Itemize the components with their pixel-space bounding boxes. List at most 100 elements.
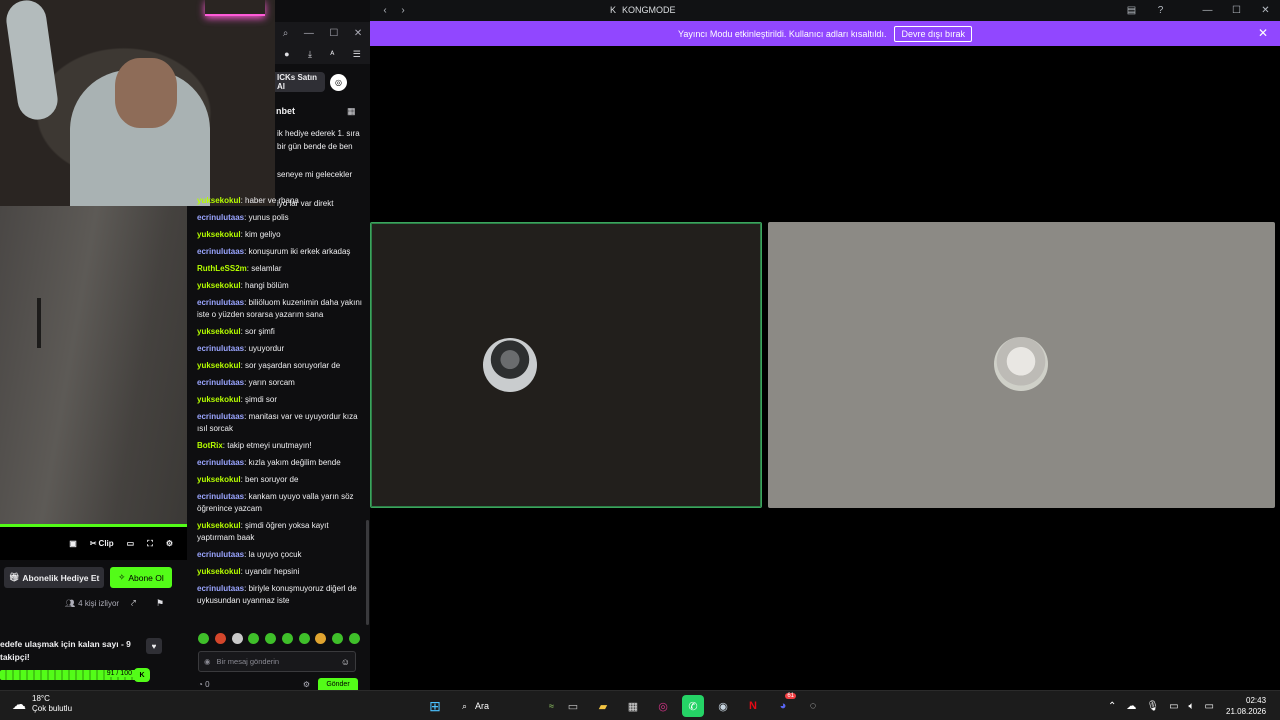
chat-username[interactable]: ecrinulutaas (197, 492, 244, 501)
share-icon[interactable]: ⤤ (131, 598, 136, 609)
back-icon[interactable]: ‹ (378, 3, 392, 17)
system-tray: ⌃ ☁︎ 🎙︎ ▭ 🔈︎ ▭ (1108, 695, 1214, 717)
chat-username[interactable]: yuksekokul (197, 521, 241, 530)
emote-icon[interactable] (265, 633, 277, 644)
stream-video[interactable] (0, 206, 187, 526)
inbox-icon[interactable]: ▤ (1117, 0, 1146, 21)
chat-username[interactable]: ecrinulutaas (197, 213, 244, 222)
chat-username[interactable]: yuksekokul (197, 196, 241, 205)
chat-username[interactable]: ecrinulutaas (197, 584, 244, 593)
chat-username[interactable]: RuthLeSS2m (197, 264, 247, 273)
steam-icon[interactable]: ◉ (712, 695, 734, 717)
search-icon[interactable]: ⌕ (283, 28, 289, 39)
emote-icon[interactable] (332, 633, 344, 644)
close-icon[interactable]: ✕ (354, 28, 362, 39)
chat-username[interactable]: ecrinulutaas (197, 550, 244, 559)
heart-icon[interactable]: ♥ (146, 638, 162, 654)
chat-username[interactable]: ecrinulutaas (197, 412, 244, 421)
chat-message: ecrinulutaas: kankam uyuyo valla yarın s… (197, 491, 362, 515)
disable-streamer-mode-button[interactable]: Devre dışı bırak (894, 25, 972, 42)
pip-icon[interactable]: ▣ (69, 539, 77, 548)
chat-username[interactable]: yuksekokul (197, 230, 241, 239)
task-view-icon[interactable]: ▭ (562, 695, 584, 717)
emote-icon[interactable] (281, 633, 293, 644)
network-icon[interactable]: ▭ (1169, 701, 1178, 712)
netflix-icon[interactable]: N (742, 695, 764, 717)
chat-message: yuksekokul: şimdi sor (197, 394, 362, 406)
chat-username[interactable]: ecrinulutaas (197, 344, 244, 353)
cloud-sync-icon[interactable]: ☁︎ (1126, 701, 1136, 712)
minimize-icon[interactable]: — (304, 28, 314, 39)
discord-icon[interactable]: ◕ 61 (772, 693, 796, 717)
participant-tile-speaking[interactable] (370, 222, 762, 508)
chat-username[interactable]: yuksekokul (197, 395, 241, 404)
badge-icon[interactable]: ◉ (204, 657, 211, 666)
emote-icon[interactable] (248, 633, 260, 644)
chat-text: la uyuyo çocuk (248, 550, 302, 559)
battery-icon[interactable]: ▭ (1205, 701, 1214, 712)
emote-icon[interactable] (315, 633, 327, 644)
fullscreen-icon[interactable]: ⛶ (147, 539, 153, 549)
chat-username[interactable]: yuksekokul (197, 327, 241, 336)
microphone-icon[interactable]: 🎙︎ (1146, 701, 1159, 712)
emote-icon[interactable] (214, 633, 226, 644)
chat-username[interactable]: ecrinulutaas (197, 247, 244, 256)
start-icon[interactable]: ⊞ (424, 695, 446, 717)
chat-username[interactable]: yuksekokul (197, 475, 241, 484)
forward-icon[interactable]: › (396, 3, 410, 17)
translate-icon[interactable]: ᴬ (330, 49, 334, 59)
chat-text: yunus polis (248, 213, 289, 222)
volume-icon[interactable]: 🔈︎ (1189, 701, 1195, 712)
taskbar-search[interactable]: ⌕ Ara ≈ (454, 695, 554, 717)
subscribe-button[interactable]: ✧ Abone Ol (110, 567, 172, 588)
chat-scrollbar[interactable] (366, 520, 369, 625)
maximize-icon[interactable]: ☐ (329, 28, 338, 39)
user-icon[interactable]: ● (284, 49, 289, 59)
close-icon[interactable]: ✕ (1258, 26, 1268, 40)
browser-icon[interactable]: ◌ (802, 695, 824, 717)
store-icon[interactable]: ▦ (622, 695, 644, 717)
player-controls: ▣ ✂ Clip ▭ ⛶ ⚙ (0, 527, 187, 560)
chat-message: yuksekokul: sor yaşardan soruyorlar de (197, 360, 362, 372)
emote-icon[interactable] (231, 633, 243, 644)
chat-input[interactable]: ◉ Bir mesaj gönderin ☺ (198, 651, 356, 672)
chat-username[interactable]: yuksekokul (197, 567, 241, 576)
maximize-icon[interactable]: ☐ (1222, 0, 1251, 21)
points-icon[interactable]: ◔ (198, 680, 203, 689)
report-icon[interactable]: ⚑ (156, 598, 164, 609)
chevron-up-icon[interactable]: ⌃ (1108, 701, 1116, 712)
chat-username[interactable]: ecrinulutaas (197, 458, 244, 467)
emoji-icon[interactable]: ☺ (341, 657, 350, 667)
file-explorer-icon[interactable]: ▰ (592, 695, 614, 717)
chat-username[interactable]: ecrinulutaas (197, 298, 244, 307)
whatsapp-icon[interactable]: ✆ (682, 695, 704, 717)
chat-title: nbet (276, 106, 295, 116)
chat-username[interactable]: ecrinulutaas (197, 378, 244, 387)
help-icon[interactable]: ? (1146, 0, 1175, 21)
buy-kicks-button[interactable]: ICKs Satın Al (275, 72, 325, 92)
chat-message: yuksekokul: uyandır hepsini (197, 566, 362, 578)
gift-icon[interactable]: ▦ (347, 106, 356, 117)
chat-username[interactable]: BotRix (197, 441, 223, 450)
emote-icon[interactable] (198, 633, 209, 644)
close-icon[interactable]: ✕ (1251, 0, 1280, 21)
emote-icon[interactable] (348, 633, 360, 644)
app-icon[interactable]: ◎ (652, 695, 674, 717)
gift-subscription-button[interactable]: 🎁︎ Abonelik Hediye Et (4, 567, 104, 588)
settings-icon[interactable]: ⚙ (166, 539, 173, 548)
theater-icon[interactable]: ▭ (127, 539, 135, 548)
clock[interactable]: 02:43 21.08.2026 (1226, 695, 1266, 717)
clip-button[interactable]: ✂ Clip (90, 539, 114, 548)
kicks-coin-icon[interactable]: ◎ (330, 74, 347, 91)
weather-widget[interactable]: ☁︎ 18°C Çok bulutlu (12, 694, 72, 714)
chat-send-button[interactable]: Gönder (318, 678, 358, 690)
participant-tile[interactable] (768, 222, 1275, 508)
chat-username[interactable]: yuksekokul (197, 281, 241, 290)
minimize-icon[interactable]: — (1193, 0, 1222, 21)
emote-icon[interactable] (298, 633, 310, 644)
menu-icon[interactable]: ☰ (353, 49, 361, 60)
download-icon[interactable]: ⤓ (308, 49, 312, 60)
chat-settings-icon[interactable]: ⚙ (303, 680, 310, 689)
chat-username[interactable]: yuksekokul (197, 361, 241, 370)
clock-date: 21.08.2026 (1226, 707, 1267, 716)
